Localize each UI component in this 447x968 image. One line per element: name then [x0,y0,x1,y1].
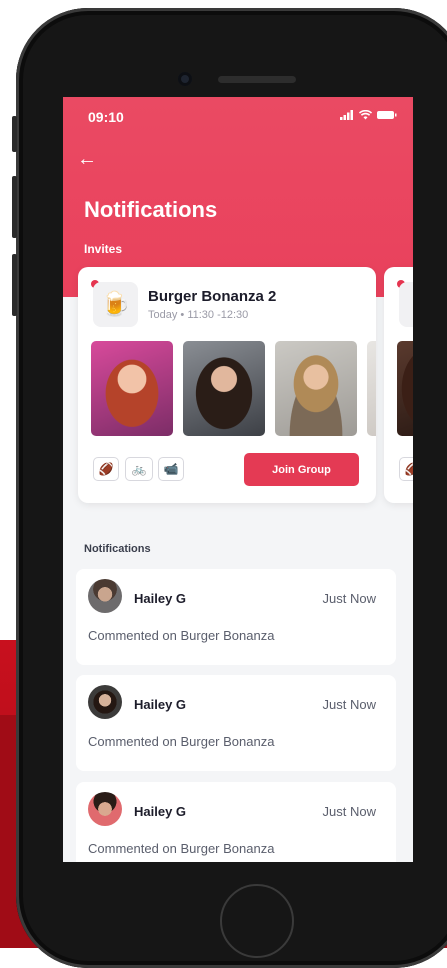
notification-item[interactable]: Hailey G Just Now Commented on Burger Bo… [76,675,396,771]
battery-icon [377,111,397,119]
signal-icon [340,110,353,120]
notification-name: Hailey G [134,591,187,606]
member-photo [183,341,265,436]
member-photo [275,341,357,436]
volume-down-button [12,254,17,316]
member-photo [397,341,413,436]
notification-name: Hailey G [134,697,187,712]
bicycle-icon: 🚲 [125,457,153,481]
invite-card[interactable]: 🍺 Burger Bonanza 2 Today • 11:30 -12:30 … [78,267,376,503]
member-photo [91,341,173,436]
notification-time: Just Now [322,804,376,819]
front-camera [178,72,192,86]
invites-section-label: Invites [84,242,123,256]
notification-text: Commented on Burger Bonanza [88,628,275,643]
notification-item[interactable]: Hailey G Just Now Commented on Burger Bo… [76,569,396,665]
notification-time: Just Now [322,591,376,606]
event-time: Today • 11:30 -12:30 [148,309,249,321]
status-icons [340,110,397,120]
beer-mug-icon: 🍺 [93,282,138,327]
notification-text: Commented on Burger Bonanza [88,734,275,749]
back-arrow-icon[interactable]: ← [77,149,97,169]
notification-name: Hailey G [134,804,187,819]
join-group-button[interactable]: Join Group [244,453,359,486]
event-name: Burger Bonanza 2 [148,288,277,305]
notification-item[interactable]: Hailey G Just Now Commented on Burger Bo… [76,782,396,862]
avatar [88,579,122,613]
volume-up-button [12,176,17,238]
status-time: 09:10 [88,109,124,125]
football-icon: 🏈 [93,457,119,481]
wifi-icon [359,110,372,120]
avatar [88,685,122,719]
avatar [88,792,122,826]
speaker-grille [218,76,296,83]
app-screen: 09:10 ← Notifications Invites 🍺 Burger B… [63,97,413,862]
home-button[interactable] [220,884,294,958]
invite-card-next[interactable]: 🏈 [384,267,413,503]
page-title: Notifications [84,197,218,222]
event-icon [399,282,413,327]
mute-switch [12,116,17,152]
member-photo-partial [367,341,376,436]
notification-time: Just Now [322,697,376,712]
notifications-section-label: Notifications [84,543,151,555]
notification-text: Commented on Burger Bonanza [88,841,275,856]
camera-icon: 📹 [158,457,184,481]
football-icon: 🏈 [399,457,413,481]
